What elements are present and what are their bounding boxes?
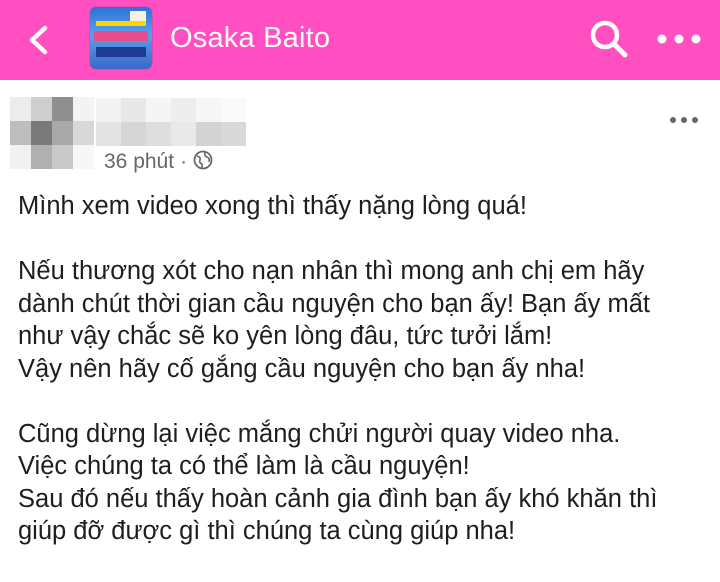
author-name[interactable] [96, 98, 246, 146]
globe-icon [193, 151, 213, 170]
post-line: giúp đỡ được gì thì chúng ta cùng giúp n… [18, 517, 516, 545]
back-button[interactable] [20, 20, 60, 60]
meta-separator: · [180, 150, 188, 173]
author-avatar[interactable] [10, 97, 94, 169]
post-meta: 36 phút · [104, 148, 213, 176]
post-line: như vậy chắc sẽ ko yên lòng đâu, tức tưở… [18, 322, 553, 350]
search-button[interactable] [588, 18, 630, 60]
post-more-button[interactable] [666, 108, 702, 132]
app-header: Osaka Baito [0, 0, 720, 80]
more-horizontal-icon [670, 117, 698, 123]
post-body: Mình xem video xong thì thấy nặng lòng q… [18, 190, 708, 548]
search-icon [590, 20, 628, 58]
header-more-button[interactable] [654, 24, 704, 54]
more-horizontal-icon [657, 34, 701, 44]
post-line: Vậy nên hãy cố gắng cầu nguyện cho bạn ấ… [18, 354, 586, 383]
post-line: Nếu thương xót cho nạn nhân thì mong anh… [18, 257, 645, 285]
group-thumbnail[interactable] [90, 7, 152, 69]
post-line: Mình xem video xong thì thấy nặng lòng q… [18, 192, 527, 220]
post-line: Việc chúng ta có thể làm là cầu nguyện! [18, 452, 470, 480]
post-line: dành chút thời gian cầu nguyện cho bạn ấ… [18, 289, 650, 318]
post-timestamp[interactable]: 36 phút [104, 150, 174, 173]
group-title[interactable]: Osaka Baito [170, 16, 330, 60]
chevron-left-icon [29, 25, 48, 55]
post-line: Sau đó nếu thấy hoàn cảnh gia đình bạn ấ… [18, 484, 658, 513]
post-line: Cũng dừng lại việc mắng chửi người quay … [18, 419, 621, 448]
